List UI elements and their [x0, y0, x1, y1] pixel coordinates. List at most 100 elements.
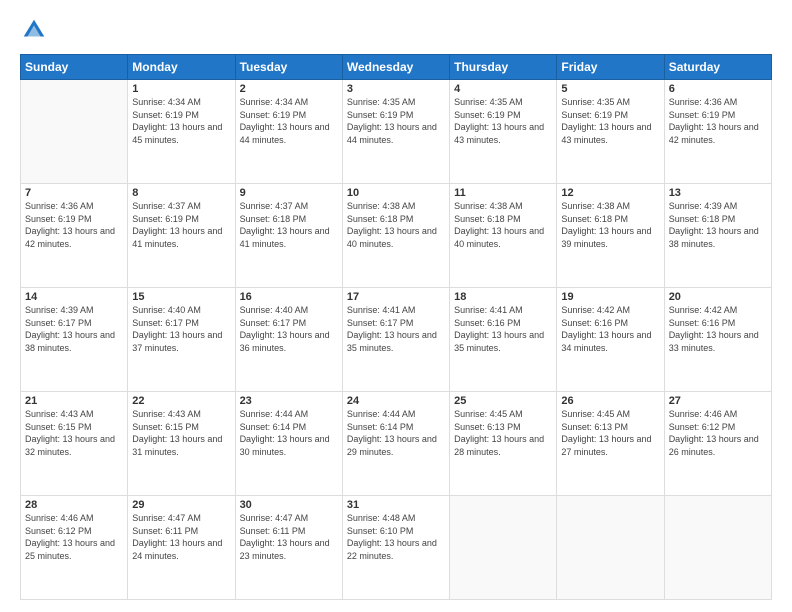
day-info: Sunrise: 4:45 AM Sunset: 6:13 PM Dayligh… [454, 408, 552, 458]
day-info: Sunrise: 4:36 AM Sunset: 6:19 PM Dayligh… [669, 96, 767, 146]
calendar-day-cell [450, 496, 557, 600]
day-number: 19 [561, 291, 659, 303]
day-info: Sunrise: 4:38 AM Sunset: 6:18 PM Dayligh… [454, 200, 552, 250]
calendar-day-cell: 16Sunrise: 4:40 AM Sunset: 6:17 PM Dayli… [235, 288, 342, 392]
calendar-day-header: Sunday [21, 55, 128, 80]
calendar-day-cell: 30Sunrise: 4:47 AM Sunset: 6:11 PM Dayli… [235, 496, 342, 600]
day-number: 16 [240, 291, 338, 303]
day-number: 25 [454, 395, 552, 407]
page: SundayMondayTuesdayWednesdayThursdayFrid… [0, 0, 792, 612]
day-info: Sunrise: 4:46 AM Sunset: 6:12 PM Dayligh… [25, 512, 123, 562]
day-number: 14 [25, 291, 123, 303]
calendar-day-cell [21, 80, 128, 184]
day-number: 31 [347, 499, 445, 511]
day-number: 3 [347, 83, 445, 95]
day-info: Sunrise: 4:48 AM Sunset: 6:10 PM Dayligh… [347, 512, 445, 562]
day-info: Sunrise: 4:37 AM Sunset: 6:18 PM Dayligh… [240, 200, 338, 250]
day-info: Sunrise: 4:37 AM Sunset: 6:19 PM Dayligh… [132, 200, 230, 250]
calendar-day-cell: 14Sunrise: 4:39 AM Sunset: 6:17 PM Dayli… [21, 288, 128, 392]
day-info: Sunrise: 4:42 AM Sunset: 6:16 PM Dayligh… [561, 304, 659, 354]
day-info: Sunrise: 4:47 AM Sunset: 6:11 PM Dayligh… [240, 512, 338, 562]
day-info: Sunrise: 4:44 AM Sunset: 6:14 PM Dayligh… [240, 408, 338, 458]
day-number: 22 [132, 395, 230, 407]
day-info: Sunrise: 4:43 AM Sunset: 6:15 PM Dayligh… [25, 408, 123, 458]
calendar-day-header: Tuesday [235, 55, 342, 80]
day-info: Sunrise: 4:41 AM Sunset: 6:16 PM Dayligh… [454, 304, 552, 354]
day-info: Sunrise: 4:44 AM Sunset: 6:14 PM Dayligh… [347, 408, 445, 458]
calendar-day-cell [664, 496, 771, 600]
day-info: Sunrise: 4:39 AM Sunset: 6:18 PM Dayligh… [669, 200, 767, 250]
calendar-day-cell: 18Sunrise: 4:41 AM Sunset: 6:16 PM Dayli… [450, 288, 557, 392]
day-info: Sunrise: 4:41 AM Sunset: 6:17 PM Dayligh… [347, 304, 445, 354]
day-number: 12 [561, 187, 659, 199]
calendar-day-header: Saturday [664, 55, 771, 80]
day-info: Sunrise: 4:40 AM Sunset: 6:17 PM Dayligh… [240, 304, 338, 354]
day-number: 26 [561, 395, 659, 407]
day-number: 9 [240, 187, 338, 199]
day-number: 30 [240, 499, 338, 511]
day-number: 23 [240, 395, 338, 407]
header [20, 16, 772, 44]
calendar-day-cell: 23Sunrise: 4:44 AM Sunset: 6:14 PM Dayli… [235, 392, 342, 496]
calendar-week-row: 28Sunrise: 4:46 AM Sunset: 6:12 PM Dayli… [21, 496, 772, 600]
calendar-day-cell: 2Sunrise: 4:34 AM Sunset: 6:19 PM Daylig… [235, 80, 342, 184]
calendar-day-cell: 1Sunrise: 4:34 AM Sunset: 6:19 PM Daylig… [128, 80, 235, 184]
calendar-day-header: Monday [128, 55, 235, 80]
calendar-day-cell: 24Sunrise: 4:44 AM Sunset: 6:14 PM Dayli… [342, 392, 449, 496]
day-number: 21 [25, 395, 123, 407]
calendar-day-cell: 25Sunrise: 4:45 AM Sunset: 6:13 PM Dayli… [450, 392, 557, 496]
calendar-day-cell: 3Sunrise: 4:35 AM Sunset: 6:19 PM Daylig… [342, 80, 449, 184]
calendar-day-cell: 4Sunrise: 4:35 AM Sunset: 6:19 PM Daylig… [450, 80, 557, 184]
logo [20, 16, 52, 44]
day-number: 7 [25, 187, 123, 199]
calendar-day-cell: 5Sunrise: 4:35 AM Sunset: 6:19 PM Daylig… [557, 80, 664, 184]
day-info: Sunrise: 4:42 AM Sunset: 6:16 PM Dayligh… [669, 304, 767, 354]
calendar-day-cell: 21Sunrise: 4:43 AM Sunset: 6:15 PM Dayli… [21, 392, 128, 496]
day-number: 20 [669, 291, 767, 303]
day-info: Sunrise: 4:40 AM Sunset: 6:17 PM Dayligh… [132, 304, 230, 354]
day-number: 24 [347, 395, 445, 407]
calendar-week-row: 7Sunrise: 4:36 AM Sunset: 6:19 PM Daylig… [21, 184, 772, 288]
day-number: 2 [240, 83, 338, 95]
day-number: 27 [669, 395, 767, 407]
day-info: Sunrise: 4:38 AM Sunset: 6:18 PM Dayligh… [347, 200, 445, 250]
day-info: Sunrise: 4:35 AM Sunset: 6:19 PM Dayligh… [454, 96, 552, 146]
calendar-day-header: Friday [557, 55, 664, 80]
calendar-week-row: 14Sunrise: 4:39 AM Sunset: 6:17 PM Dayli… [21, 288, 772, 392]
day-info: Sunrise: 4:47 AM Sunset: 6:11 PM Dayligh… [132, 512, 230, 562]
calendar-day-cell: 13Sunrise: 4:39 AM Sunset: 6:18 PM Dayli… [664, 184, 771, 288]
calendar-week-row: 1Sunrise: 4:34 AM Sunset: 6:19 PM Daylig… [21, 80, 772, 184]
day-info: Sunrise: 4:43 AM Sunset: 6:15 PM Dayligh… [132, 408, 230, 458]
day-info: Sunrise: 4:35 AM Sunset: 6:19 PM Dayligh… [561, 96, 659, 146]
day-number: 15 [132, 291, 230, 303]
day-info: Sunrise: 4:45 AM Sunset: 6:13 PM Dayligh… [561, 408, 659, 458]
calendar-day-cell: 17Sunrise: 4:41 AM Sunset: 6:17 PM Dayli… [342, 288, 449, 392]
day-number: 17 [347, 291, 445, 303]
calendar-day-cell: 28Sunrise: 4:46 AM Sunset: 6:12 PM Dayli… [21, 496, 128, 600]
day-info: Sunrise: 4:36 AM Sunset: 6:19 PM Dayligh… [25, 200, 123, 250]
calendar-day-cell: 29Sunrise: 4:47 AM Sunset: 6:11 PM Dayli… [128, 496, 235, 600]
day-number: 29 [132, 499, 230, 511]
calendar-header-row: SundayMondayTuesdayWednesdayThursdayFrid… [21, 55, 772, 80]
calendar-table: SundayMondayTuesdayWednesdayThursdayFrid… [20, 54, 772, 600]
day-info: Sunrise: 4:38 AM Sunset: 6:18 PM Dayligh… [561, 200, 659, 250]
calendar-day-cell: 22Sunrise: 4:43 AM Sunset: 6:15 PM Dayli… [128, 392, 235, 496]
calendar-day-cell [557, 496, 664, 600]
calendar-day-cell: 26Sunrise: 4:45 AM Sunset: 6:13 PM Dayli… [557, 392, 664, 496]
day-number: 10 [347, 187, 445, 199]
day-number: 18 [454, 291, 552, 303]
calendar-day-cell: 6Sunrise: 4:36 AM Sunset: 6:19 PM Daylig… [664, 80, 771, 184]
day-number: 11 [454, 187, 552, 199]
day-info: Sunrise: 4:34 AM Sunset: 6:19 PM Dayligh… [240, 96, 338, 146]
day-number: 1 [132, 83, 230, 95]
day-info: Sunrise: 4:34 AM Sunset: 6:19 PM Dayligh… [132, 96, 230, 146]
calendar-day-header: Wednesday [342, 55, 449, 80]
calendar-day-cell: 10Sunrise: 4:38 AM Sunset: 6:18 PM Dayli… [342, 184, 449, 288]
day-number: 6 [669, 83, 767, 95]
logo-icon [20, 16, 48, 44]
day-number: 8 [132, 187, 230, 199]
calendar-day-cell: 11Sunrise: 4:38 AM Sunset: 6:18 PM Dayli… [450, 184, 557, 288]
calendar-day-cell: 15Sunrise: 4:40 AM Sunset: 6:17 PM Dayli… [128, 288, 235, 392]
day-number: 28 [25, 499, 123, 511]
calendar-day-cell: 31Sunrise: 4:48 AM Sunset: 6:10 PM Dayli… [342, 496, 449, 600]
